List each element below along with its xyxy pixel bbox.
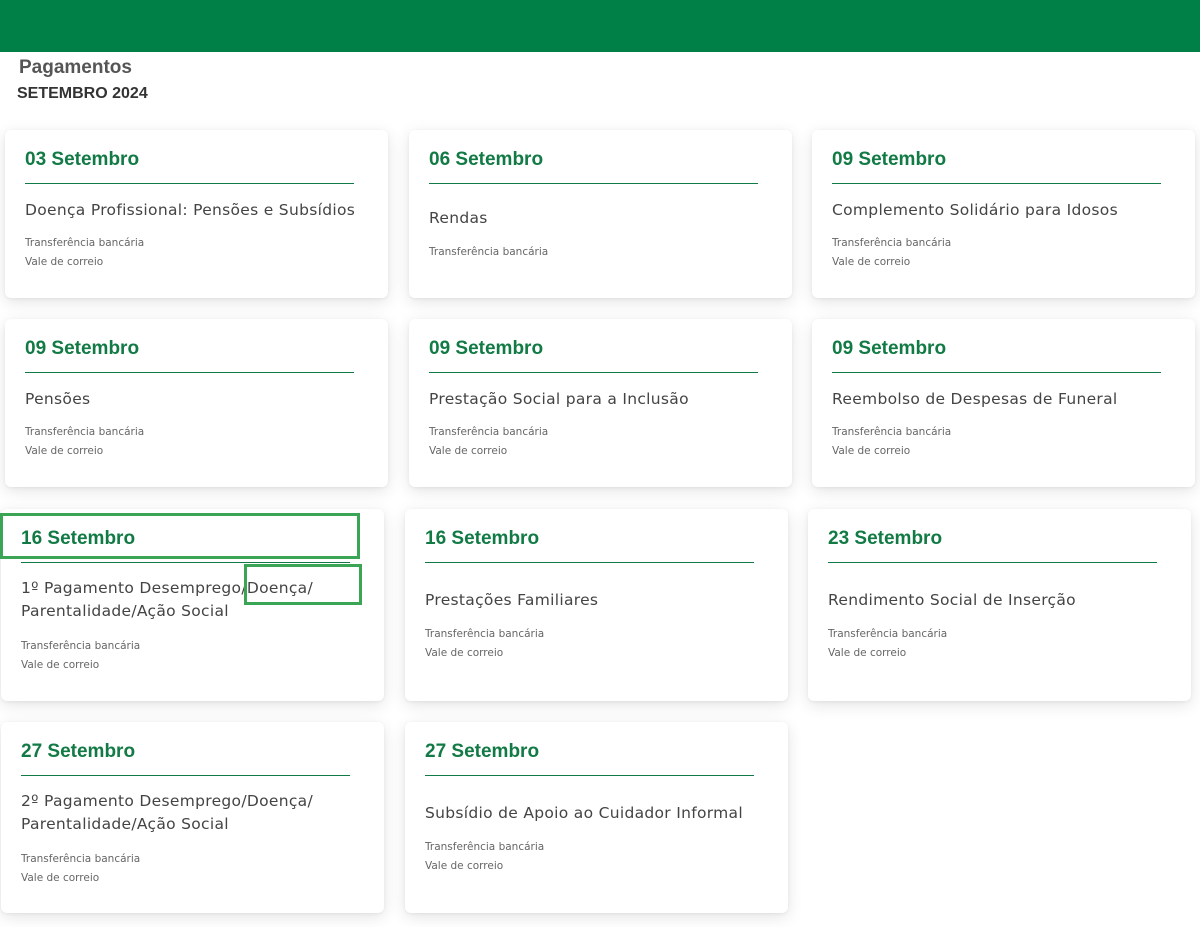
- method-postal-voucher: Vale de correio: [828, 647, 907, 659]
- card-methods: Transferência bancária Vale de correio: [21, 637, 140, 675]
- method-postal-voucher: Vale de correio: [21, 872, 100, 884]
- card-divider: [429, 372, 758, 373]
- card-methods: Transferência bancária: [429, 243, 548, 262]
- card-methods: Transferência bancária Vale de correio: [21, 850, 140, 888]
- card-date: 09 Setembro: [832, 338, 947, 359]
- card-methods: Transferência bancária Vale de correio: [429, 423, 548, 461]
- method-postal-voucher: Vale de correio: [25, 445, 104, 457]
- method-postal-voucher: Vale de correio: [429, 445, 508, 457]
- card-methods: Transferência bancária Vale de correio: [25, 234, 144, 272]
- card-date: 06 Setembro: [429, 149, 544, 170]
- method-bank-transfer: Transferência bancária: [429, 426, 549, 438]
- card-title: Rendimento Social de Inserção: [828, 591, 1076, 609]
- card-date: 23 Setembro: [828, 528, 943, 549]
- method-bank-transfer: Transferência bancária: [828, 628, 948, 640]
- page-subtitle: SETEMBRO 2024: [17, 85, 148, 102]
- method-postal-voucher: Vale de correio: [425, 860, 504, 872]
- card-methods: Transferência bancária Vale de correio: [425, 625, 544, 663]
- card-title: Rendas: [429, 209, 488, 227]
- method-bank-transfer: Transferência bancária: [429, 246, 549, 258]
- payment-card: 27 Setembro Subsídio de Apoio ao Cuidado…: [405, 722, 788, 913]
- card-divider: [425, 562, 754, 563]
- card-divider: [832, 183, 1161, 184]
- card-divider: [21, 775, 350, 776]
- card-title: Prestação Social para a Inclusão: [429, 390, 689, 408]
- card-date: 27 Setembro: [21, 741, 136, 762]
- payment-card: 09 Setembro Prestação Social para a Incl…: [409, 319, 792, 487]
- payment-card: 06 Setembro Rendas Transferência bancári…: [409, 130, 792, 298]
- card-date: 16 Setembro: [21, 528, 136, 549]
- card-title: Complemento Solidário para Idosos: [832, 201, 1118, 219]
- card-date: 09 Setembro: [832, 149, 947, 170]
- method-postal-voucher: Vale de correio: [425, 647, 504, 659]
- card-title-line: 2º Pagamento Desemprego/Doença/: [21, 792, 313, 810]
- card-title-line: 1º Pagamento Desemprego/Doença/: [21, 579, 313, 597]
- card-divider: [832, 372, 1161, 373]
- method-bank-transfer: Transferência bancária: [425, 628, 545, 640]
- method-bank-transfer: Transferência bancária: [25, 237, 145, 249]
- payment-card: 09 Setembro Reembolso de Despesas de Fun…: [812, 319, 1195, 487]
- card-divider: [25, 183, 354, 184]
- method-postal-voucher: Vale de correio: [25, 256, 104, 268]
- payment-card: 09 Setembro Complemento Solidário para I…: [812, 130, 1195, 298]
- method-bank-transfer: Transferência bancária: [832, 237, 952, 249]
- card-divider: [25, 372, 354, 373]
- method-bank-transfer: Transferência bancária: [21, 853, 141, 865]
- card-title: Subsídio de Apoio ao Cuidador Informal: [425, 804, 743, 822]
- payment-card: 16 Setembro 1º Pagamento Desemprego/Doen…: [1, 509, 384, 701]
- payment-card: 23 Setembro Rendimento Social de Inserçã…: [808, 509, 1191, 701]
- payment-card: 03 Setembro Doença Profissional: Pensões…: [5, 130, 388, 298]
- payment-card: 09 Setembro Pensões Transferência bancár…: [5, 319, 388, 487]
- card-divider: [21, 562, 350, 563]
- method-bank-transfer: Transferência bancária: [21, 640, 141, 652]
- card-title-line: Parentalidade/Ação Social: [21, 602, 229, 620]
- card-divider: [425, 775, 754, 776]
- method-postal-voucher: Vale de correio: [21, 659, 100, 671]
- card-methods: Transferência bancária Vale de correio: [25, 423, 144, 461]
- card-methods: Transferência bancária Vale de correio: [832, 234, 951, 272]
- method-bank-transfer: Transferência bancária: [425, 841, 545, 853]
- payment-card: 16 Setembro Prestações Familiares Transf…: [405, 509, 788, 701]
- method-postal-voucher: Vale de correio: [832, 445, 911, 457]
- page-title: Pagamentos: [19, 57, 132, 78]
- card-title-line: Parentalidade/Ação Social: [21, 815, 229, 833]
- method-postal-voucher: Vale de correio: [832, 256, 911, 268]
- card-divider: [429, 183, 758, 184]
- card-title: Pensões: [25, 390, 91, 408]
- top-bar: [0, 0, 1200, 52]
- payment-card: 27 Setembro 2º Pagamento Desemprego/Doen…: [1, 722, 384, 913]
- card-divider: [828, 562, 1157, 563]
- card-title: 1º Pagamento Desemprego/Doença/ Parental…: [21, 577, 313, 623]
- method-bank-transfer: Transferência bancária: [832, 426, 952, 438]
- card-methods: Transferência bancária Vale de correio: [832, 423, 951, 461]
- card-title: Prestações Familiares: [425, 591, 599, 609]
- card-title: Doença Profissional: Pensões e Subsídios: [25, 201, 356, 219]
- card-methods: Transferência bancária Vale de correio: [828, 625, 947, 663]
- card-title: 2º Pagamento Desemprego/Doença/ Parental…: [21, 790, 313, 836]
- card-title: Reembolso de Despesas de Funeral: [832, 390, 1118, 408]
- card-methods: Transferência bancária Vale de correio: [425, 838, 544, 876]
- card-date: 27 Setembro: [425, 741, 540, 762]
- card-date: 09 Setembro: [25, 338, 140, 359]
- card-date: 09 Setembro: [429, 338, 544, 359]
- card-date: 16 Setembro: [425, 528, 540, 549]
- method-bank-transfer: Transferência bancária: [25, 426, 145, 438]
- card-date: 03 Setembro: [25, 149, 140, 170]
